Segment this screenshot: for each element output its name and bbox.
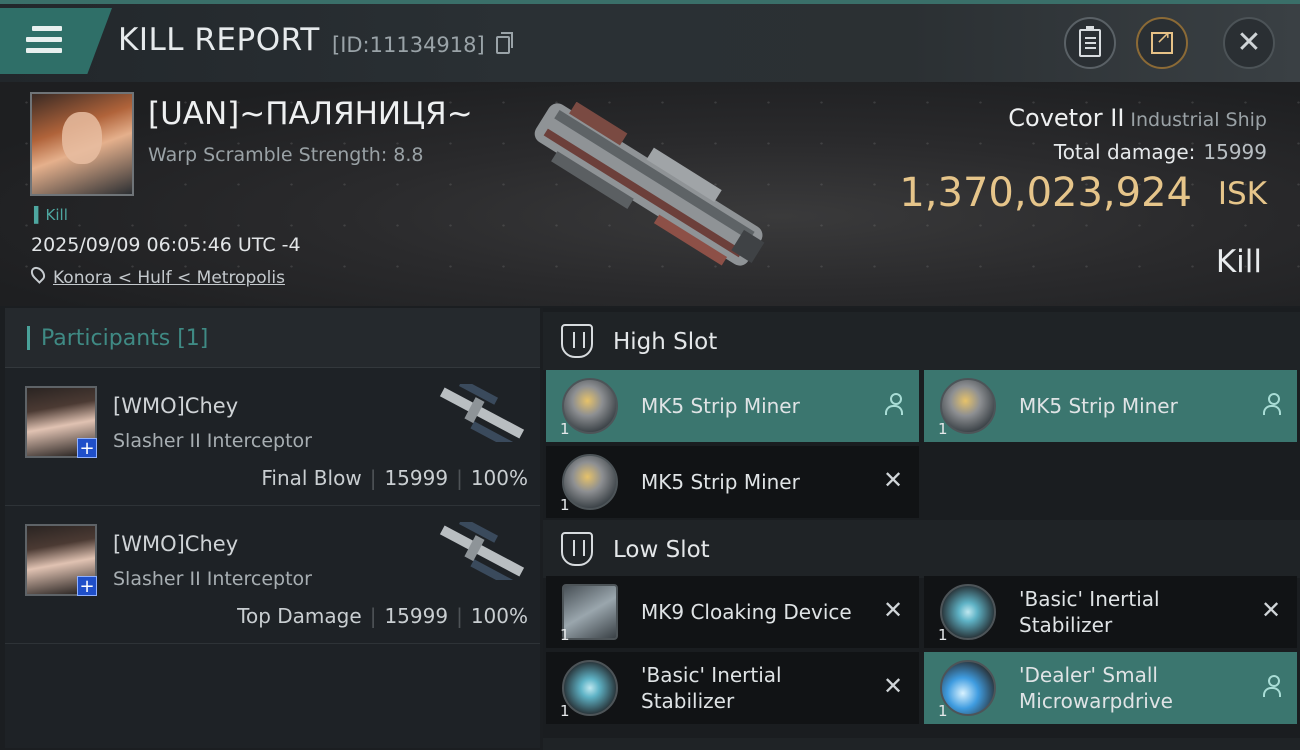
- victim-portrait[interactable]: [30, 92, 134, 196]
- module-item[interactable]: 1 MK5 Strip Miner: [924, 370, 1297, 442]
- low-slot-icon: [561, 532, 593, 566]
- inertial-stabilizer-icon: [562, 660, 618, 716]
- module-name: MK5 Strip Miner: [641, 394, 800, 418]
- participant-ship: Slasher II Interceptor: [113, 430, 312, 452]
- participant-ship: Slasher II Interceptor: [113, 568, 312, 590]
- menu-button[interactable]: [0, 8, 112, 74]
- dropped-person-icon: [885, 393, 903, 415]
- participant-name: [WMO]Chey: [113, 394, 239, 418]
- module-name: MK5 Strip Miner: [641, 470, 800, 494]
- participants-label: Participants [1]: [41, 326, 209, 351]
- share-button[interactable]: [1136, 17, 1188, 69]
- top-accent-line: [0, 0, 1300, 4]
- fitting-panel: High Slot 1 MK5 Strip Miner 1 MK5 Strip …: [543, 308, 1300, 750]
- kill-datetime: 2025/09/09 06:05:46 UTC -4: [31, 234, 301, 256]
- participants-panel: Participants [1] + [WMO]Chey Slasher II …: [5, 308, 540, 748]
- low-slot-label: Low Slot: [613, 537, 710, 563]
- low-slot-header: Low Slot: [543, 520, 1300, 578]
- copy-icon[interactable]: [496, 32, 513, 54]
- isk-unit: ISK: [1217, 176, 1267, 212]
- participant-stats: Final Blow | 15999 | 100%: [261, 466, 528, 490]
- strip-miner-icon: [562, 378, 618, 434]
- kill-result: Kill: [1215, 244, 1262, 280]
- module-quantity: 1: [938, 702, 948, 720]
- share-icon: [1151, 27, 1173, 54]
- dropped-person-icon: [1263, 393, 1281, 415]
- module-quantity: 1: [938, 420, 948, 438]
- module-quantity: 1: [938, 626, 948, 644]
- module-item[interactable]: 1 MK5 Strip Miner ✕: [546, 446, 919, 518]
- inertial-stabilizer-icon: [940, 584, 996, 640]
- module-item[interactable]: 1 'Basic' Inertial Stabilizer ✕: [546, 652, 919, 724]
- module-item[interactable]: 1 MK9 Cloaking Device ✕: [546, 576, 919, 648]
- participant-name: [WMO]Chey: [113, 532, 239, 556]
- close-icon: ✕: [1236, 25, 1262, 60]
- strip-miner-icon: [562, 454, 618, 510]
- page-title: KILL REPORT: [118, 22, 320, 58]
- add-contact-icon[interactable]: +: [77, 438, 97, 458]
- report-id: [ID:11134918]: [332, 33, 485, 57]
- interceptor-ship-icon: [439, 522, 525, 580]
- victim-ship: Covetor II Industrial Ship: [1008, 104, 1267, 132]
- destroyed-x-icon: ✕: [882, 596, 904, 624]
- participants-header: Participants [1]: [5, 308, 540, 368]
- cloaking-device-icon: [562, 584, 618, 640]
- clipboard-icon: [1079, 26, 1101, 57]
- participant-stats: Top Damage | 15999 | 100%: [237, 604, 528, 628]
- next-slot-header: [543, 738, 1300, 750]
- module-quantity: 1: [560, 420, 570, 438]
- location-link[interactable]: Konora < Hulf < Metropolis: [53, 268, 285, 288]
- module-item[interactable]: 1 'Basic' Inertial Stabilizer ✕: [924, 576, 1297, 648]
- destroyed-x-icon: ✕: [882, 466, 904, 494]
- victim-banner: [UAN]~ПАЛЯНИЦЯ~ Warp Scramble Strength: …: [0, 82, 1300, 306]
- module-quantity: 1: [560, 702, 570, 720]
- interceptor-ship-icon: [439, 384, 525, 442]
- destroyed-x-icon: ✕: [882, 672, 904, 700]
- top-bar: KILL REPORT [ID:11134918] ✕: [0, 0, 1300, 82]
- module-quantity: 1: [560, 626, 570, 644]
- participant-row[interactable]: + [WMO]Chey Slasher II Interceptor Final…: [5, 368, 540, 506]
- isk-value: 1,370,023,924: [899, 170, 1192, 216]
- avatar[interactable]: +: [25, 524, 97, 596]
- high-slot-icon: [561, 324, 593, 358]
- hamburger-icon: [26, 26, 62, 54]
- warp-scramble-strength: Warp Scramble Strength: 8.8: [148, 144, 424, 166]
- victim-ship-image: [534, 102, 765, 266]
- kill-tag: ▍Kill: [34, 206, 68, 224]
- high-slot-header: High Slot: [543, 312, 1300, 370]
- module-name: 'Basic' Inertial Stabilizer: [641, 663, 782, 713]
- participant-row[interactable]: + [WMO]Chey Slasher II Interceptor Top D…: [5, 506, 540, 644]
- avatar[interactable]: +: [25, 386, 97, 458]
- strip-miner-icon: [940, 378, 996, 434]
- add-contact-icon[interactable]: +: [77, 576, 97, 596]
- module-name: 'Dealer' Small Microwarpdrive: [1019, 663, 1173, 713]
- close-button[interactable]: ✕: [1223, 17, 1275, 69]
- module-name: 'Basic' Inertial Stabilizer: [1019, 587, 1160, 637]
- dropped-person-icon: [1263, 675, 1281, 697]
- high-slot-label: High Slot: [613, 329, 718, 355]
- microwarpdrive-icon: [940, 660, 996, 716]
- module-item[interactable]: 1 MK5 Strip Miner: [546, 370, 919, 442]
- module-name: MK9 Cloaking Device: [641, 600, 852, 624]
- destroyed-x-icon: ✕: [1260, 596, 1282, 624]
- clipboard-button[interactable]: [1064, 17, 1116, 69]
- module-name: MK5 Strip Miner: [1019, 394, 1178, 418]
- total-damage: Total damage: 15999: [1053, 140, 1267, 164]
- module-quantity: 1: [560, 496, 570, 514]
- module-item[interactable]: 1 'Dealer' Small Microwarpdrive: [924, 652, 1297, 724]
- victim-name[interactable]: [UAN]~ПАЛЯНИЦЯ~: [148, 96, 473, 132]
